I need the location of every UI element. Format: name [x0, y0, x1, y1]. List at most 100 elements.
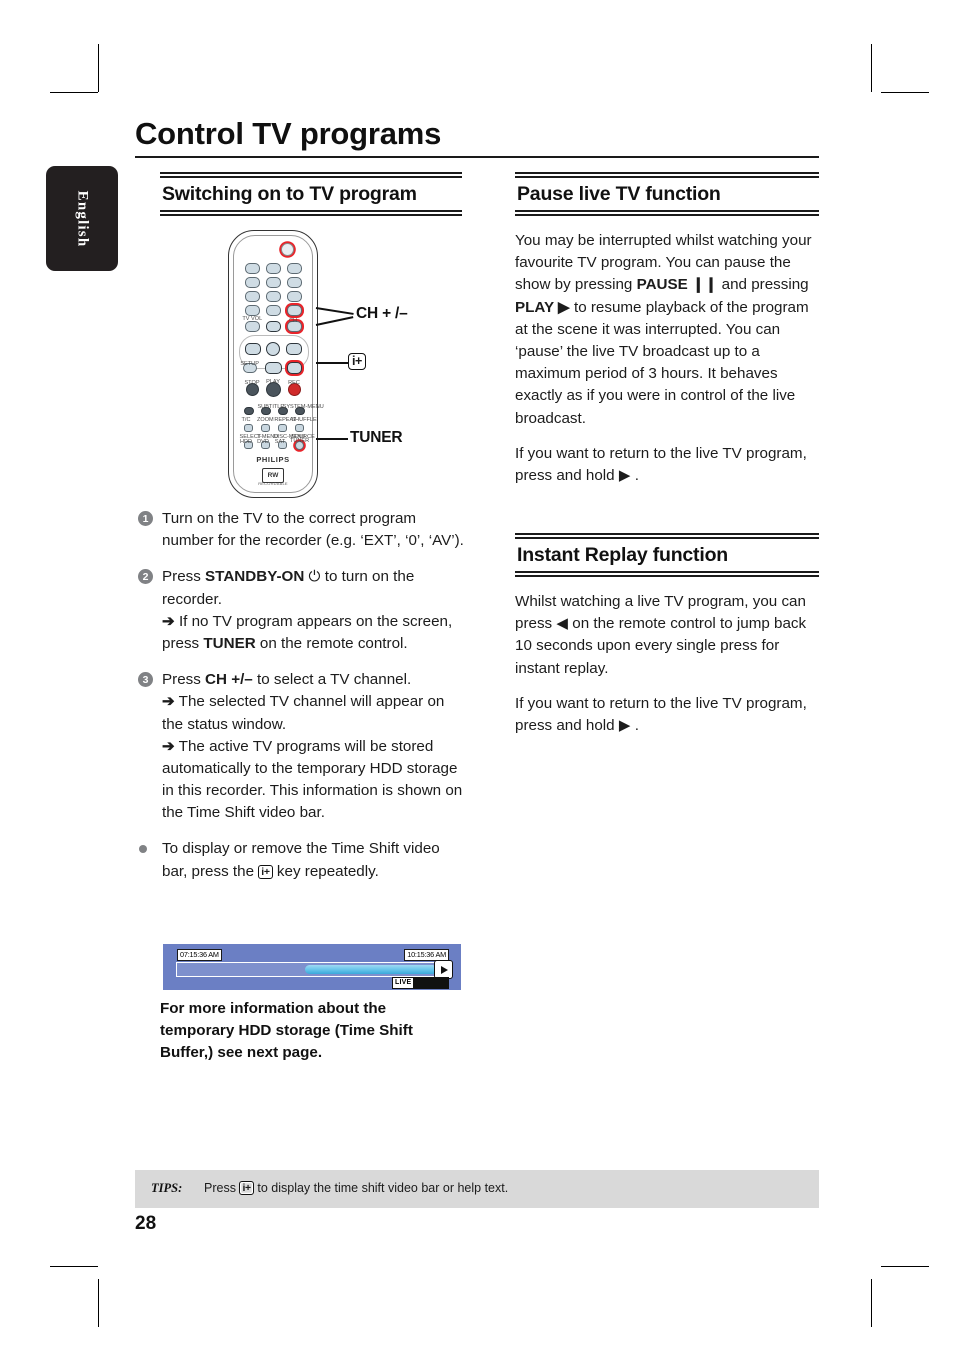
- step2-lead: Press: [162, 568, 206, 586]
- remote-key-left: [245, 343, 261, 355]
- remote-key-minus-tvvol: [245, 321, 260, 332]
- remote-label-setup: SETUP: [240, 359, 259, 367]
- timeshift-track: [176, 962, 450, 977]
- rw-logo-sublabel: RECORDABLE: [258, 481, 288, 486]
- remote-key-select: [244, 424, 253, 432]
- page-number: 28: [135, 1213, 157, 1234]
- crop-mark-bottom-right-horizontal: [881, 1266, 929, 1267]
- step2-sub-bold-tuner: TUNER: [203, 634, 256, 652]
- timeshift-start-time: 07:15:36 AM: [177, 949, 222, 961]
- crop-mark-top-left-horizontal: [50, 92, 98, 93]
- page-title: Control TV programs: [135, 116, 442, 151]
- rule: [160, 210, 462, 212]
- p1-part-3-play: PLAY ▶: [515, 298, 570, 316]
- timeshift-video-bar: 07:15:36 AM 10:15:36 AM LIVE: [163, 944, 461, 990]
- remote-body: TV VOL CH SETUP STOP PLAY REC SUBTITLE S…: [228, 230, 324, 498]
- remote-label-zoom: ZOOM: [256, 415, 274, 423]
- remote-control-illustration: TV VOL CH SETUP STOP PLAY REC SUBTITLE S…: [222, 226, 430, 506]
- section-heading-switching: Switching on to TV program: [160, 172, 462, 216]
- remote-label-ch: CH: [288, 316, 298, 324]
- step3-substep-2: ➔ The active TV programs will be stored …: [162, 736, 468, 825]
- callout-label-ch: CH + /–: [356, 305, 408, 322]
- tips-label: TIPS:: [151, 1181, 183, 1195]
- crop-mark-bottom-left-horizontal: [50, 1266, 98, 1267]
- remote-label-sat: SAT: [274, 437, 286, 445]
- timeshift-fill: [304, 965, 437, 974]
- step-text-1: Turn on the TV to the correct program nu…: [162, 510, 464, 550]
- step-number-2: 2: [138, 569, 153, 585]
- remote-key-9: [287, 291, 302, 302]
- remote-label-rec: REC: [288, 378, 300, 386]
- bullet-icon: [139, 845, 147, 854]
- standby-on-button: [281, 243, 294, 256]
- step3-bold-ch: CH +/–: [205, 671, 253, 689]
- step-number-1: 1: [138, 511, 153, 526]
- heading-switching-label: Switching on to TV program: [162, 183, 417, 205]
- step3-after: to select a TV channel.: [252, 671, 412, 689]
- p1-part-4: to resume playback of the program at the…: [515, 298, 809, 427]
- crop-mark-bottom-left-vertical: [98, 1279, 99, 1327]
- callout-line-ch-minus: [315, 316, 354, 326]
- instant-replay-paragraph-2: If you want to return to the live TV pro…: [515, 694, 807, 734]
- p1-part-1-pause: PAUSE ❙❙: [636, 276, 718, 294]
- rule: [515, 210, 819, 212]
- remote-label-tc: T/C: [241, 415, 251, 423]
- crop-mark-top-right-vertical: [871, 44, 872, 92]
- heading-instant-replay-label: Instant Replay function: [517, 544, 728, 567]
- rule: [515, 214, 819, 216]
- remote-key-1: [245, 263, 260, 274]
- remote-label-hdd: HDD: [239, 437, 253, 445]
- step-item-bullet: To display or remove the Time Shift vide…: [138, 838, 468, 882]
- remote-key-down: [265, 362, 282, 374]
- remote-key-ch-plus: [287, 305, 302, 316]
- step2-bold-standby: STANDBY-ON: [205, 568, 305, 586]
- remote-key-6: [287, 277, 302, 288]
- bullet-text-after: key repeatedly.: [272, 862, 379, 880]
- remote-key-source: [295, 424, 304, 432]
- step-text-3: Press CH +/– to select a TV channel. ➔ T…: [162, 669, 468, 824]
- step-item-3: 3 Press CH +/– to select a TV channel. ➔…: [138, 669, 468, 824]
- pause-live-tv-paragraph-2: If you want to return to the live TV pro…: [515, 444, 807, 484]
- step3-sub2-text: The active TV programs will be stored au…: [162, 737, 463, 822]
- step-text-2: Press STANDBY-ON ⏻ to turn on the record…: [162, 566, 468, 655]
- rule: [160, 214, 462, 216]
- remote-key-5: [266, 277, 281, 288]
- more-info-note: For more information about the temporary…: [160, 1000, 413, 1062]
- remote-key-8: [266, 291, 281, 302]
- step-item-1: 1 Turn on the TV to the correct program …: [138, 508, 468, 552]
- remote-label-repeat: REPEAT: [274, 415, 297, 423]
- remote-label-stop: STOP: [244, 378, 260, 386]
- remote-key-ok: [266, 342, 280, 356]
- remote-label-dvd: DVD: [257, 437, 269, 445]
- remote-key-discmenu: [278, 424, 287, 432]
- step-text-bullet: To display or remove the Time Shift vide…: [162, 838, 468, 882]
- tips-bar: TIPS: Press i+ to display the time shift…: [135, 1170, 819, 1208]
- remote-label-tvvol: TV VOL: [242, 314, 263, 322]
- arrow-icon: ➔: [162, 693, 175, 711]
- heading-pause-live-tv-label: Pause live TV function: [517, 183, 721, 205]
- remote-key-tmenu: [261, 424, 270, 432]
- philips-brand-label: PHILIPS: [256, 455, 290, 464]
- step3-lead: Press: [162, 671, 206, 689]
- pause-live-tv-paragraph-1: You may be interrupted whilst watching y…: [515, 230, 819, 430]
- info-plus-icon: i+: [239, 1181, 254, 1195]
- rule: [515, 172, 819, 174]
- remote-key-2: [266, 263, 281, 274]
- step-number-3: 3: [138, 672, 153, 688]
- title-divider: [135, 156, 819, 158]
- tips-text-after: to display the time shift video bar or h…: [253, 1181, 509, 1195]
- rule: [515, 571, 819, 574]
- rule: [515, 575, 819, 578]
- remote-key-0: [266, 305, 281, 316]
- remote-key-tc: [244, 407, 254, 415]
- live-badge-label: LIVE: [393, 978, 414, 988]
- crop-mark-top-left-vertical: [98, 44, 99, 92]
- callout-label-info-plus-icon: i+: [348, 353, 366, 370]
- remote-label-tuner-key: TUNER: [289, 436, 310, 444]
- remote-key-right: [286, 343, 302, 355]
- remote-key-7: [245, 291, 260, 302]
- step2-sub-after: on the remote control.: [255, 634, 408, 652]
- steps-list: 1 Turn on the TV to the correct program …: [138, 508, 468, 897]
- step3-sub1-text: The selected TV channel will appear on t…: [162, 693, 445, 733]
